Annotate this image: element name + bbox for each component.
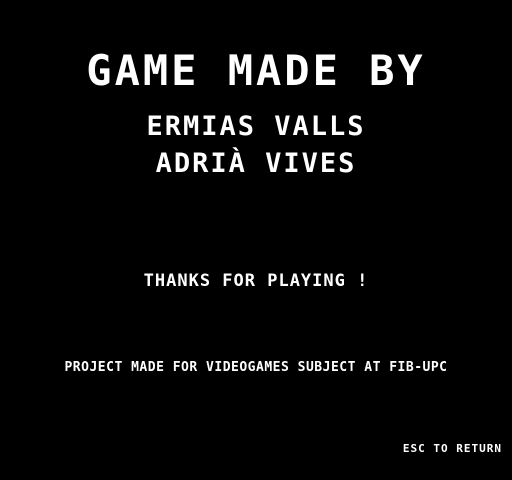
credits-screen: GAME MADE BY ERMIAS VALLS ADRIÀ VIVES TH… xyxy=(0,0,512,480)
esc-return-hint: ESC TO RETURN xyxy=(402,442,502,455)
author-name-1: ERMIAS VALLS xyxy=(146,111,366,142)
thanks-message: THANKS FOR PLAYING ! xyxy=(143,271,369,291)
author-name-2: ADRIÀ VIVES xyxy=(155,148,357,179)
credits-title: GAME MADE BY xyxy=(86,46,426,95)
project-info: PROJECT MADE FOR VIDEOGAMES SUBJECT AT F… xyxy=(64,360,448,375)
